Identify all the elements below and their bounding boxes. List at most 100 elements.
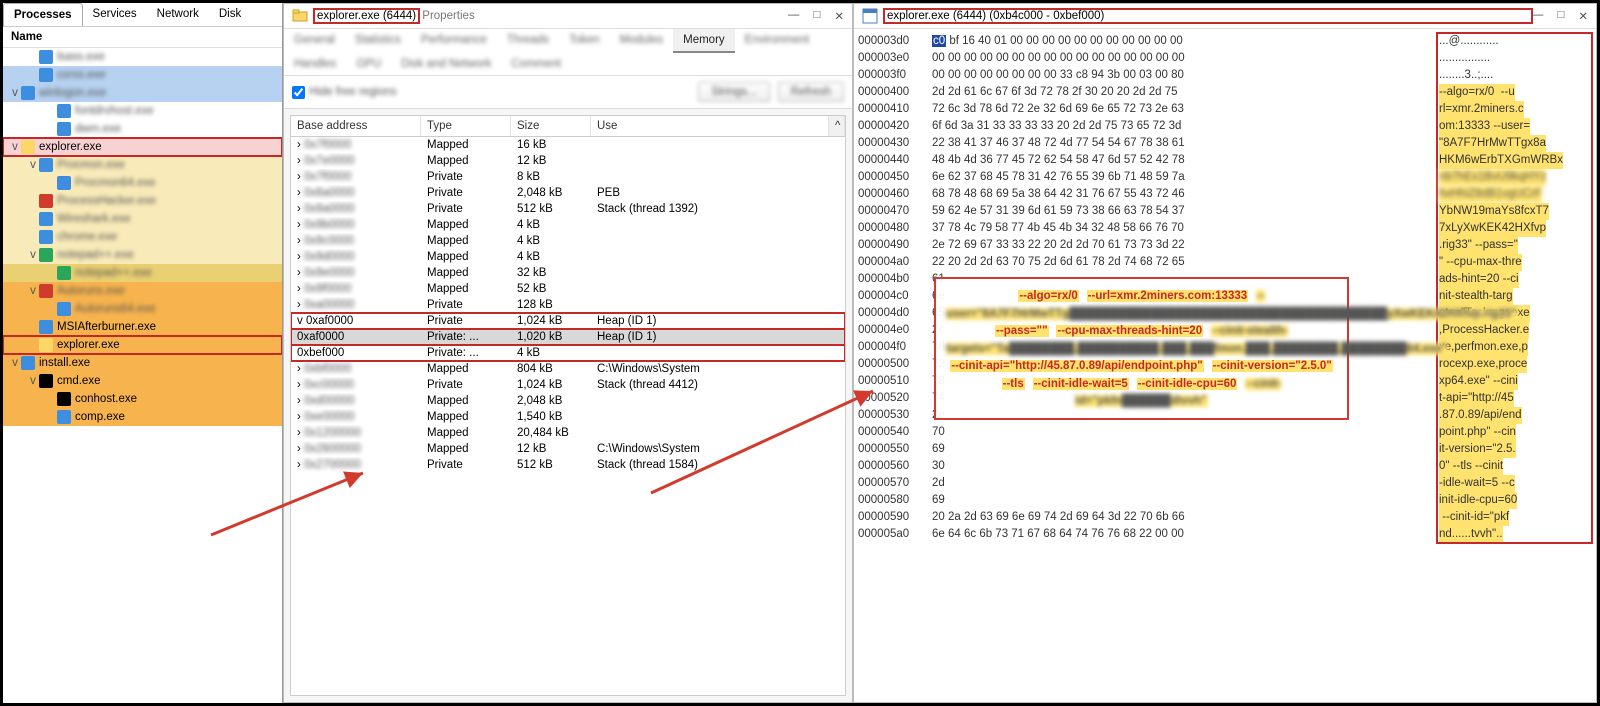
process-tree-item[interactable]: Procmon64.exe (3, 174, 282, 192)
process-tree-item[interactable]: notepad++.exe (3, 264, 282, 282)
process-tree-item[interactable]: fontdrvhost.exe (3, 102, 282, 120)
memory-row[interactable]: › 0xc00000Private1,024 kBStack (thread 4… (291, 377, 845, 393)
memory-row[interactable]: › 0x9c0000Mapped4 kB (291, 233, 845, 249)
prop-tab-statistics[interactable]: Statistics (345, 29, 411, 53)
prop-tab-gpu[interactable]: GPU (346, 53, 391, 75)
green-icon (57, 266, 71, 280)
minimize-icon[interactable]: — (1532, 9, 1544, 23)
properties-title-proc: explorer.exe (6444) (314, 9, 419, 23)
process-tree-item[interactable]: vexplorer.exe (3, 138, 282, 156)
process-tree-item[interactable]: lsass.exe (3, 48, 282, 66)
cmd-icon (39, 374, 53, 388)
red-icon (39, 284, 53, 298)
prop-tab-threads[interactable]: Threads (497, 29, 559, 53)
memory-row[interactable]: 0xbef000Private: ...4 kB (291, 345, 845, 361)
memory-row[interactable]: › 0xd00000Mapped2,048 kB (291, 393, 845, 409)
hex-titlebar[interactable]: explorer.exe (6444) (0xb4c000 - 0xbef000… (854, 4, 1596, 29)
memory-row[interactable]: › 0x9b0000Mapped4 kB (291, 217, 845, 233)
properties-titlebar[interactable]: explorer.exe (6444) Properties — □ ✕ (284, 4, 852, 29)
memory-row[interactable]: › 0x9a0000Private512 kBStack (thread 139… (291, 201, 845, 217)
prop-tab-environment[interactable]: Environment (735, 29, 820, 53)
minimize-icon[interactable]: — (788, 9, 800, 23)
maximize-icon[interactable]: □ (1557, 9, 1564, 23)
cmd-icon (57, 392, 71, 406)
process-tree-item[interactable]: ProcessHacker.exe (3, 192, 282, 210)
hide-free-regions-checkbox[interactable]: Hide free regions (292, 86, 397, 99)
process-tree-item[interactable]: vcmd.exe (3, 372, 282, 390)
process-tree-item[interactable]: vProcmon.exe (3, 156, 282, 174)
memory-row[interactable]: › 0x9d0000Mapped4 kB (291, 249, 845, 265)
memory-row[interactable]: › 0x7e0000Mapped12 kB (291, 153, 845, 169)
process-tree-item[interactable]: vwinlogon.exe (3, 84, 282, 102)
memory-row[interactable]: › 0xbf0000Mapped804 kBC:\Windows\System (291, 361, 845, 377)
hex-title: explorer.exe (6444) (0xb4c000 - 0xbef000… (884, 9, 1532, 23)
folder-icon (39, 338, 53, 352)
process-tree-item[interactable]: csrss.exe (3, 66, 282, 84)
process-tree-item[interactable]: comp.exe (3, 408, 282, 426)
tab-network[interactable]: Network (147, 3, 209, 26)
memory-row[interactable]: › 0x9f0000Mapped52 kB (291, 281, 845, 297)
process-tree-item[interactable]: MSIAfterburner.exe (3, 318, 282, 336)
app-icon (39, 320, 53, 334)
prop-tab-performance[interactable]: Performance (411, 29, 497, 53)
maximize-icon[interactable]: □ (813, 9, 820, 23)
memory-row[interactable]: › 0x9e0000Mapped32 kB (291, 265, 845, 281)
process-tree-item[interactable]: Wireshark.exe (3, 210, 282, 228)
app-icon (57, 410, 71, 424)
process-tree-item[interactable]: chrome.exe (3, 228, 282, 246)
memory-row[interactable]: › 0x7f0000Mapped16 kB (291, 137, 845, 153)
memory-row[interactable]: › 0x8a0000Private2,048 kBPEB (291, 185, 845, 201)
process-tree-item[interactable]: vAutoruns.exe (3, 282, 282, 300)
prop-tab-handles[interactable]: Handles (284, 53, 346, 75)
col-base-address[interactable]: Base address (291, 116, 421, 136)
prop-tab-general[interactable]: General (284, 29, 345, 53)
app-icon (57, 302, 71, 316)
tab-disk[interactable]: Disk (209, 3, 251, 26)
green-icon (39, 248, 53, 262)
process-tree[interactable]: lsass.execsrss.exevwinlogon.exefontdrvho… (3, 48, 282, 703)
app-icon (57, 122, 71, 136)
process-tree-item[interactable]: conhost.exe (3, 390, 282, 408)
hide-free-regions-input[interactable] (292, 86, 305, 99)
memory-row[interactable]: › 0x2700000Private512 kBStack (thread 15… (291, 457, 845, 473)
folder-icon (292, 8, 308, 24)
memory-row[interactable]: › 0x2600000Mapped12 kBC:\Windows\System (291, 441, 845, 457)
tab-processes[interactable]: Processes (3, 3, 83, 26)
process-tree-item[interactable]: vinstall.exe (3, 354, 282, 372)
hex-view[interactable]: 000003d0c0 bf 16 40 01 00 00 00 00 00 00… (854, 29, 1596, 702)
prop-tab-disk-and-network[interactable]: Disk and Network (391, 53, 501, 75)
red-icon (39, 194, 53, 208)
memory-regions-table[interactable]: Base addressTypeSizeUse^ › 0x7f0000Mappe… (290, 115, 846, 696)
app-icon (39, 68, 53, 82)
memory-row[interactable]: › 0xa00000Private128 kB (291, 297, 845, 313)
prop-tab-memory[interactable]: Memory (673, 29, 735, 53)
properties-title-suffix: Properties (419, 10, 475, 22)
decoded-args-annotation: --algo=rx/0 --url=xmr.2miners.com:13333 … (934, 277, 1349, 420)
col-size[interactable]: Size (511, 116, 591, 136)
app-icon (39, 50, 53, 64)
folder-icon (21, 140, 35, 154)
prop-tab-token[interactable]: Token (559, 29, 610, 53)
tab-services[interactable]: Services (83, 3, 147, 26)
close-icon[interactable]: ✕ (834, 9, 844, 23)
memory-row[interactable]: › 0xe00000Mapped1,540 kB (291, 409, 845, 425)
process-tree-item[interactable]: Autoruns64.exe (3, 300, 282, 318)
col-use[interactable]: Use (591, 116, 829, 136)
memory-row[interactable]: v 0xaf0000Private1,024 kBHeap (ID 1) (291, 313, 845, 329)
app-icon (862, 8, 878, 24)
properties-tabs[interactable]: GeneralStatisticsPerformanceThreadsToken… (284, 29, 852, 76)
memory-row[interactable]: › 0x1200000Mapped20,484 kB (291, 425, 845, 441)
close-icon[interactable]: ✕ (1578, 9, 1588, 23)
process-tree-item[interactable]: vnotepad++.exe (3, 246, 282, 264)
memory-row[interactable]: › 0x7f0000Private8 kB (291, 169, 845, 185)
prop-tab-modules[interactable]: Modules (610, 29, 673, 53)
refresh-button[interactable]: Refresh (778, 82, 844, 102)
memory-row[interactable]: 0xaf0000Private: ...1,020 kBHeap (ID 1) (291, 329, 845, 345)
app-icon (39, 212, 53, 226)
process-tree-item[interactable]: dwm.exe (3, 120, 282, 138)
process-tree-item[interactable]: explorer.exe (3, 336, 282, 354)
col-type[interactable]: Type (421, 116, 511, 136)
main-tabs: ProcessesServicesNetworkDisk (3, 3, 282, 27)
strings-button[interactable]: Strings... (698, 82, 769, 102)
prop-tab-comment[interactable]: Comment (501, 53, 571, 75)
